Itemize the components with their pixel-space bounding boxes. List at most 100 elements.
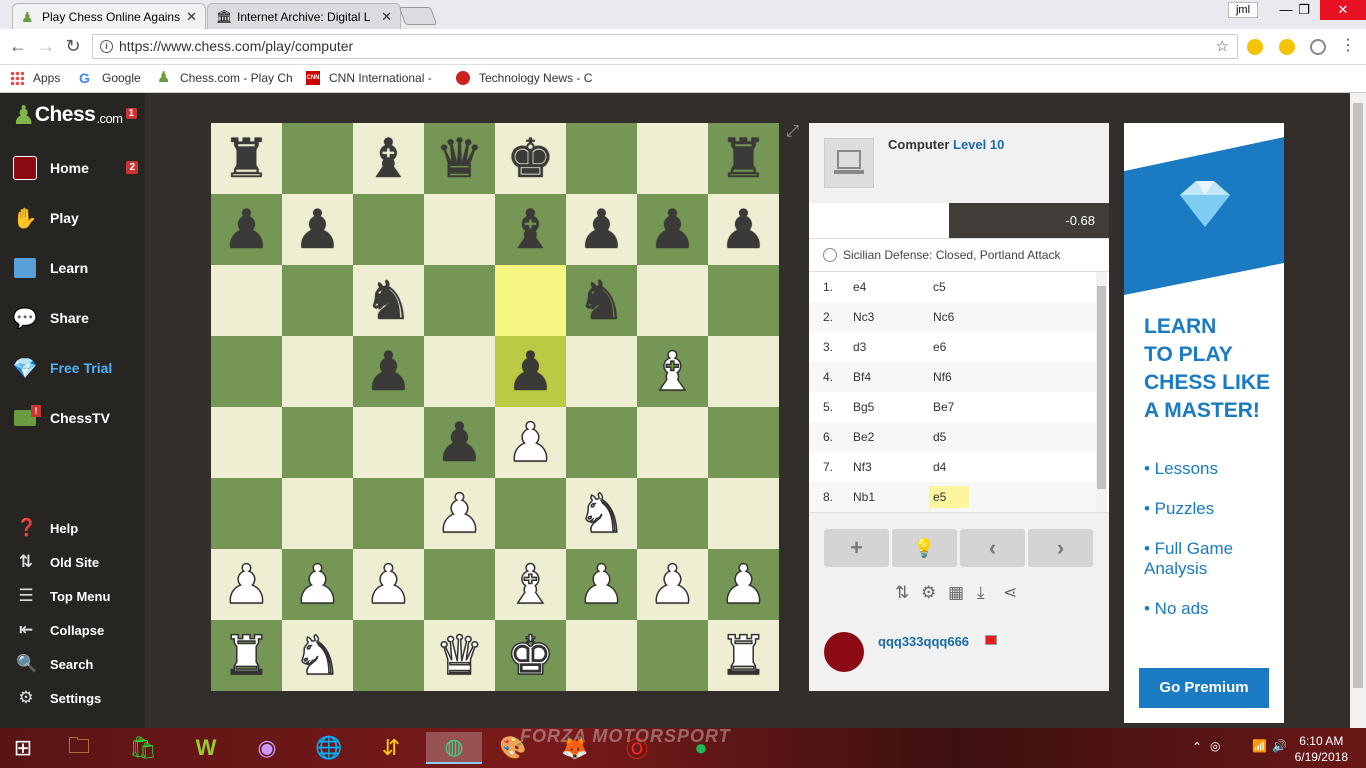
black-pawn-piece[interactable]: ♟: [364, 345, 412, 399]
black-pawn-piece[interactable]: ♟: [435, 416, 483, 470]
spotify-icon[interactable]: ●: [684, 732, 718, 764]
opera-icon[interactable]: Ⓞ: [620, 732, 654, 764]
bookmark-chess[interactable]: ♟ Chess.com - Play Ch: [157, 71, 295, 85]
square-d5[interactable]: [424, 336, 495, 407]
black-rook-piece[interactable]: ♜: [719, 132, 767, 186]
white-rook-piece[interactable]: ♜: [719, 628, 769, 684]
white-move[interactable]: Bg5: [853, 392, 874, 422]
bookmark-cnn[interactable]: CNN CNN International -: [306, 71, 440, 85]
paint-icon[interactable]: 🎨: [496, 732, 530, 764]
browser-menu-icon[interactable]: ⋮: [1338, 36, 1358, 56]
player-name[interactable]: qqq333qqq666: [878, 634, 969, 649]
square-e3[interactable]: [495, 478, 566, 549]
square-d3[interactable]: ♟: [424, 478, 495, 549]
black-move[interactable]: d4: [929, 456, 969, 478]
square-h3[interactable]: [708, 478, 779, 549]
forward-button[interactable]: →: [36, 36, 56, 56]
tab-archive[interactable]: 🏛 Internet Archive: Digital L ✕: [207, 3, 401, 29]
back-button[interactable]: ←: [8, 36, 28, 56]
square-e2[interactable]: ♝: [495, 549, 566, 620]
square-g1[interactable]: [637, 620, 708, 691]
square-b8[interactable]: [282, 123, 353, 194]
wunderlist-icon[interactable]: W: [189, 732, 223, 764]
square-e7[interactable]: ♝: [495, 194, 566, 265]
avatar[interactable]: [824, 632, 864, 672]
profile-badge[interactable]: jml: [1228, 2, 1258, 18]
next-move-button[interactable]: ›: [1028, 529, 1093, 567]
maximize-button[interactable]: ❐: [1286, 0, 1322, 20]
previous-move-button[interactable]: ‹: [960, 529, 1025, 567]
media-icon[interactable]: ◉: [250, 732, 284, 764]
expand-icon[interactable]: ⤢: [786, 123, 799, 141]
info-icon[interactable]: i: [100, 40, 113, 53]
sidebar-item-play[interactable]: ✋ Play: [0, 200, 145, 236]
white-bishop-piece[interactable]: ♝: [506, 557, 556, 613]
square-e5[interactable]: ♟: [495, 336, 566, 407]
white-move[interactable]: Nf3: [853, 452, 872, 482]
sidebar-item-share[interactable]: 💬 Share: [0, 300, 145, 336]
bookmark-google[interactable]: G Google: [79, 71, 141, 85]
globe-icon[interactable]: 🌐: [312, 732, 346, 764]
square-e8[interactable]: ♚: [495, 123, 566, 194]
sidebar-collapse[interactable]: ⇤ Collapse: [0, 617, 145, 643]
black-rook-piece[interactable]: ♜: [222, 132, 270, 186]
opponent-name[interactable]: Computer Level 10: [888, 137, 1004, 152]
square-b2[interactable]: ♟: [282, 549, 353, 620]
sidebar-old-site[interactable]: ⇅ Old Site: [0, 549, 145, 575]
black-bishop-piece[interactable]: ♝: [364, 132, 412, 186]
square-c5[interactable]: ♟: [353, 336, 424, 407]
white-pawn-piece[interactable]: ♟: [506, 415, 556, 471]
square-c6[interactable]: ♞: [353, 265, 424, 336]
white-move[interactable]: Nc3: [853, 302, 874, 332]
flip-board-icon[interactable]: ⇅: [895, 583, 909, 603]
square-h6[interactable]: [708, 265, 779, 336]
square-c8[interactable]: ♝: [353, 123, 424, 194]
close-icon[interactable]: ✕: [381, 9, 392, 25]
white-rook-piece[interactable]: ♜: [222, 628, 272, 684]
square-a6[interactable]: [211, 265, 282, 336]
page-scroll-thumb[interactable]: [1353, 103, 1363, 688]
move-list-scroll-thumb[interactable]: [1097, 286, 1106, 489]
square-g3[interactable]: [637, 478, 708, 549]
white-move[interactable]: Nb1: [853, 482, 875, 512]
square-b3[interactable]: [282, 478, 353, 549]
black-move[interactable]: d5: [929, 426, 969, 448]
window-close-button[interactable]: ✕: [1320, 0, 1366, 20]
black-queen-piece[interactable]: ♛: [435, 132, 483, 186]
white-pawn-piece[interactable]: ♟: [648, 557, 698, 613]
white-pawn-piece[interactable]: ♟: [364, 557, 414, 613]
black-pawn-piece[interactable]: ♟: [293, 203, 341, 257]
square-a4[interactable]: [211, 407, 282, 478]
sidebar-top-menu[interactable]: ☰ Top Menu: [0, 583, 145, 609]
extension-profile-icon[interactable]: [1310, 39, 1326, 55]
new-game-button[interactable]: +: [824, 529, 889, 567]
black-pawn-piece[interactable]: ♟: [719, 203, 767, 257]
chess-board[interactable]: ♜ ♝ ♛ ♚ ♜ ♟ ♟ ♝ ♟ ♟ ♟ ♞ ♞ ♟ ♟ ♝ ♟ ♟ ♟ ♞ ♟ ♟ ♟ ♝ ♟ ♟ ♟ ♜ ♞ ♛ ♚ ♜: [211, 123, 779, 691]
black-move[interactable]: Be7: [929, 396, 969, 418]
page-scrollbar[interactable]: [1350, 93, 1366, 728]
black-move[interactable]: c5: [929, 276, 969, 298]
white-pawn-piece[interactable]: ♟: [719, 557, 769, 613]
black-pawn-piece[interactable]: ♟: [222, 203, 270, 257]
square-d1[interactable]: ♛: [424, 620, 495, 691]
firefox-icon[interactable]: 🦊: [558, 732, 592, 764]
extension-search-icon[interactable]: [1247, 39, 1263, 55]
square-f3[interactable]: ♞: [566, 478, 637, 549]
premium-ad[interactable]: LEARN TO PLAY CHESS LIKE A MASTER! • Les…: [1124, 123, 1284, 723]
square-a5[interactable]: [211, 336, 282, 407]
bookmark-apps[interactable]: Apps: [10, 71, 60, 85]
start-button[interactable]: ⊞: [6, 732, 40, 764]
sidebar-settings[interactable]: ⚙ Settings: [0, 685, 145, 711]
chess-logo[interactable]: ♟ Chess .com 1: [12, 99, 137, 131]
square-a7[interactable]: ♟: [211, 194, 282, 265]
square-b7[interactable]: ♟: [282, 194, 353, 265]
square-d8[interactable]: ♛: [424, 123, 495, 194]
square-b5[interactable]: [282, 336, 353, 407]
sidebar-help[interactable]: ❓ Help: [0, 515, 145, 541]
tray-chevron-icon[interactable]: ⌃: [1192, 740, 1202, 754]
square-g8[interactable]: [637, 123, 708, 194]
square-h2[interactable]: ♟: [708, 549, 779, 620]
square-c7[interactable]: [353, 194, 424, 265]
bookmark-technology[interactable]: Technology News - C: [456, 71, 594, 85]
square-a2[interactable]: ♟: [211, 549, 282, 620]
